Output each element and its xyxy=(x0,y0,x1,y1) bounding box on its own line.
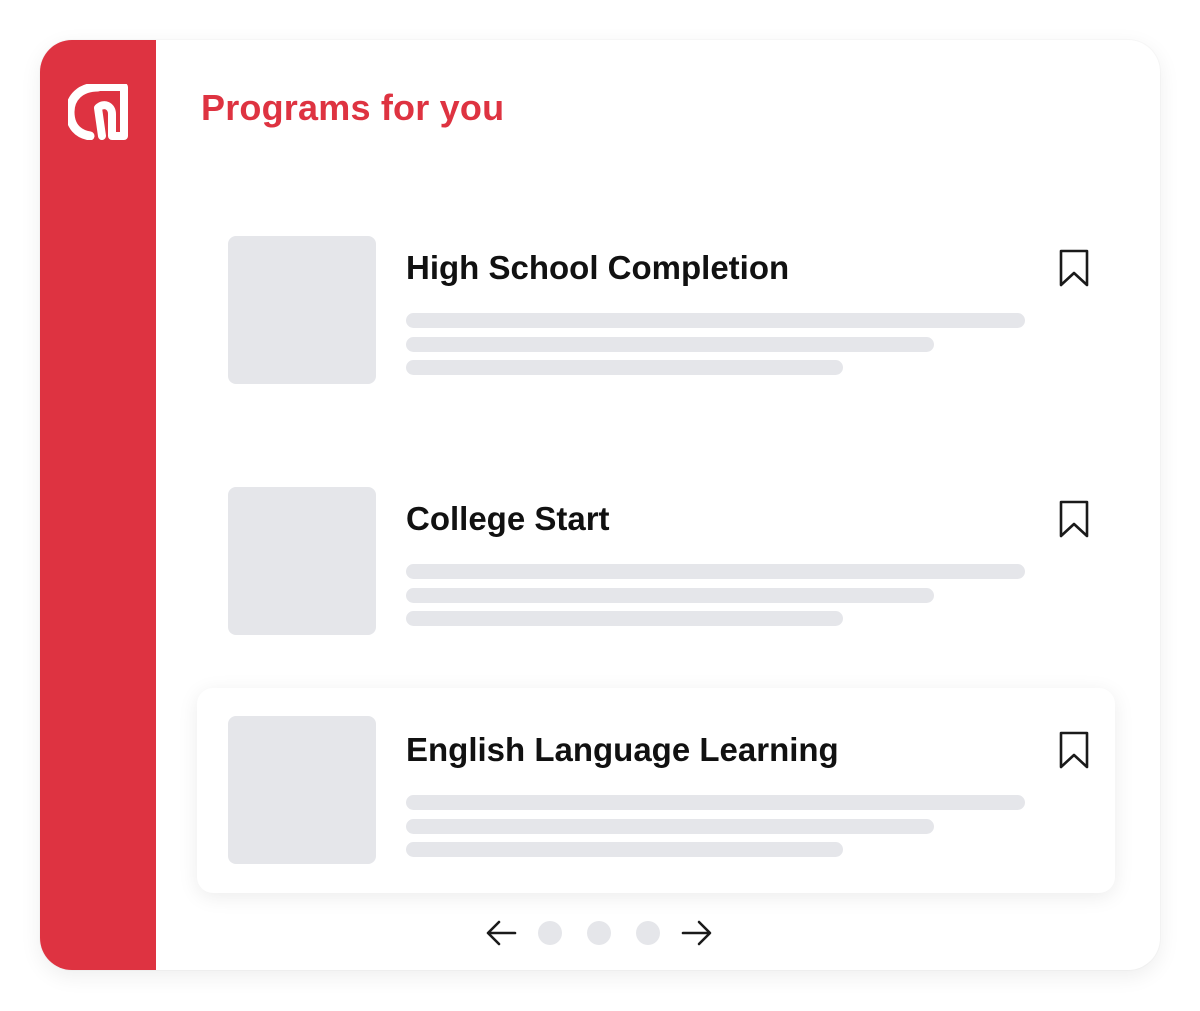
description-placeholder-line xyxy=(406,564,1025,579)
arrow-left-icon[interactable] xyxy=(484,915,520,951)
brand-sidebar xyxy=(40,40,156,970)
description-placeholder-line xyxy=(406,588,934,603)
program-thumbnail xyxy=(228,236,376,384)
description-placeholder-line xyxy=(406,611,843,626)
description-placeholder-line xyxy=(406,842,843,857)
program-title: College Start xyxy=(406,500,610,537)
program-item-high-school-completion[interactable]: High School Completion xyxy=(197,208,1115,413)
description-placeholder-line xyxy=(406,337,934,352)
description-placeholder-line xyxy=(406,795,1025,810)
program-thumbnail xyxy=(228,487,376,635)
programs-card: Programs for you High School Completion … xyxy=(40,40,1160,970)
pagination-dot[interactable] xyxy=(538,921,562,945)
arrow-right-icon[interactable] xyxy=(678,915,714,951)
pagination-dot[interactable] xyxy=(636,921,660,945)
page-title: Programs for you xyxy=(201,87,505,128)
program-title: English Language Learning xyxy=(406,731,839,768)
program-thumbnail xyxy=(228,716,376,864)
bookmark-icon[interactable] xyxy=(1056,248,1092,288)
program-title: High School Completion xyxy=(406,249,790,286)
program-item-college-start[interactable]: College Start xyxy=(197,459,1115,664)
program-item-english-language-learning[interactable]: English Language Learning xyxy=(197,688,1115,893)
bookmark-icon[interactable] xyxy=(1056,730,1092,770)
g-logo-icon[interactable] xyxy=(68,84,130,140)
pagination xyxy=(484,915,714,951)
description-placeholder-line xyxy=(406,360,843,375)
description-placeholder-line xyxy=(406,819,934,834)
bookmark-icon[interactable] xyxy=(1056,499,1092,539)
pagination-dot[interactable] xyxy=(587,921,611,945)
description-placeholder-line xyxy=(406,313,1025,328)
